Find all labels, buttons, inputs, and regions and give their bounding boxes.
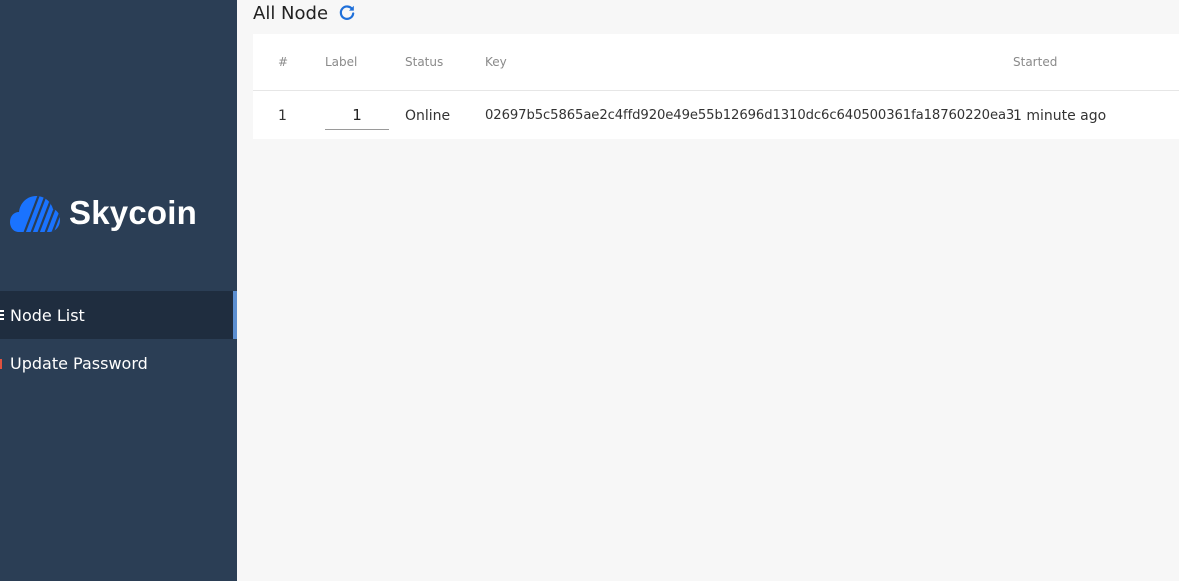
started-time: 1 minute ago <box>1013 108 1107 124</box>
column-header-key: Key <box>485 55 507 69</box>
node-key[interactable]: 02697b5c5865ae2c4ffd920e49e55b12696d1310… <box>485 108 1014 123</box>
sidebar-item-node-list[interactable]: Node List <box>0 291 237 339</box>
list-icon <box>0 308 4 322</box>
app-window: Skycoin Node List Update Password All No… <box>0 0 1179 581</box>
status-text: Online <box>405 108 451 124</box>
sidebar-item-label: Node List <box>10 305 85 325</box>
table-row[interactable]: 1 Online 02697b5c5865ae2c4ffd920e49e55b1… <box>253 91 1179 139</box>
label-input[interactable] <box>325 101 389 130</box>
main-content: All Node # Label Status Key Started 1 On… <box>237 0 1179 581</box>
column-header-status: Status <box>405 55 444 69</box>
sidebar-item-update-password[interactable]: Update Password <box>0 339 237 387</box>
refresh-icon <box>339 5 355 20</box>
table-header: # Label Status Key Started <box>253 34 1179 91</box>
sidebar-item-label: Update Password <box>10 353 148 373</box>
column-header-label: Label <box>325 55 358 69</box>
node-table: # Label Status Key Started 1 Online 0269… <box>253 34 1179 139</box>
sidebar: Skycoin Node List Update Password <box>0 0 237 581</box>
brand-name: Skycoin <box>69 194 197 231</box>
row-number: 1 <box>278 108 287 124</box>
column-header-started: Started <box>1013 55 1058 69</box>
brand-logo: Skycoin <box>10 194 197 232</box>
column-header-number: # <box>278 55 289 69</box>
lock-icon <box>0 356 4 370</box>
sidebar-nav: Node List Update Password <box>0 291 237 387</box>
page-title: All Node <box>253 2 329 24</box>
cloud-logo-icon <box>10 196 60 232</box>
refresh-button[interactable] <box>337 3 357 23</box>
page-header: All Node <box>253 0 357 26</box>
